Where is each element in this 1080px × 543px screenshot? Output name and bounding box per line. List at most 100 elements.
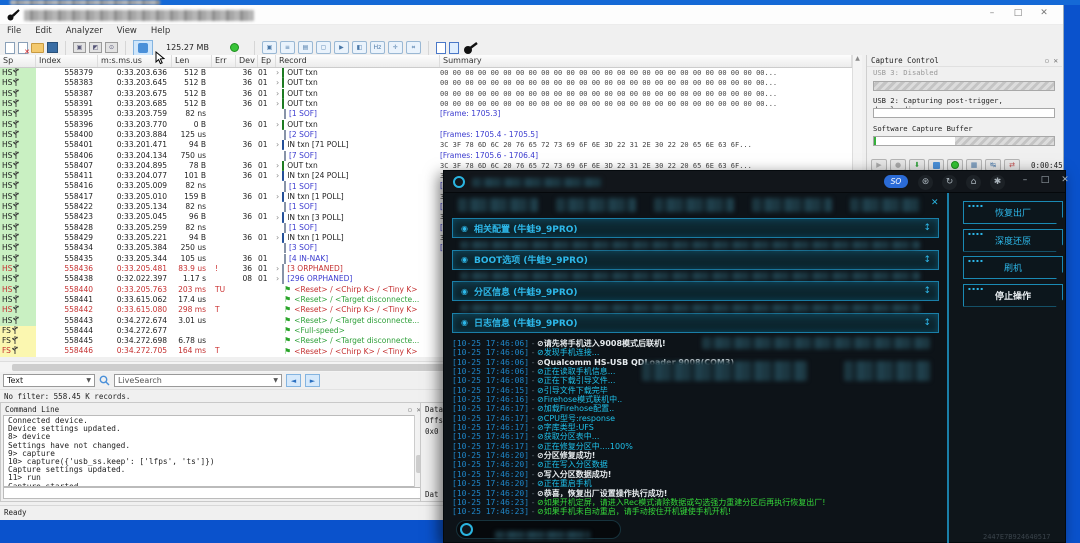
tab-redacted[interactable] bbox=[752, 198, 832, 212]
search-prev-button[interactable]: ◄ bbox=[286, 374, 301, 387]
expand-arrow-icon[interactable]: › bbox=[276, 99, 279, 109]
flasher-action-button[interactable]: 深度还原 bbox=[963, 229, 1063, 252]
panel-bus-icon[interactable]: Hz bbox=[369, 41, 385, 54]
expand-arrow-icon[interactable]: › bbox=[276, 78, 279, 88]
table-row[interactable]: HS 558406 0:33.204.134 750 us [7 SOF] [Frames… bbox=[0, 150, 852, 161]
record-cell: › OUT txn bbox=[276, 68, 318, 79]
close-button[interactable]: ✕ bbox=[1031, 8, 1057, 18]
gear-icon[interactable]: ✱ bbox=[990, 175, 1005, 190]
collapse-arrows-icon[interactable]: ↕ bbox=[923, 223, 931, 233]
expand-arrow-icon[interactable]: › bbox=[276, 274, 279, 284]
expand-arrow-icon[interactable]: › bbox=[276, 171, 279, 181]
table-row[interactable]: HS 558391 0:33.203.685 512 B 36 01 › OUT txn 00 … bbox=[0, 98, 852, 110]
expand-arrow-icon[interactable]: › bbox=[276, 89, 279, 99]
panel-commandline-icon[interactable]: ▶ bbox=[333, 41, 349, 54]
search-mode-select[interactable]: Text ▼ bbox=[3, 374, 95, 387]
pin-icon[interactable]: ▫ bbox=[1044, 56, 1049, 65]
table-row[interactable]: HS 558400 0:33.203.884 125 us [2 SOF] [Frames… bbox=[0, 129, 852, 141]
panel-terminal-icon[interactable]: ⌗ bbox=[405, 41, 421, 54]
section-header[interactable]: ◉ 日志信息 (牛蛙9_9PRO) ↕ bbox=[452, 312, 939, 333]
expand-arrow-icon[interactable]: › bbox=[276, 161, 279, 171]
table-row[interactable]: HS 558387 0:33.203.675 512 B 36 01 › OUT txn 00 … bbox=[0, 88, 852, 99]
column-header-index[interactable]: Index bbox=[36, 55, 98, 67]
menu-edit[interactable]: Edit bbox=[28, 26, 58, 36]
column-header-dev[interactable]: Dev bbox=[236, 55, 258, 67]
section-header[interactable]: ◉ BOOT选项 (牛蛙9_9PRO) ↕ bbox=[452, 249, 939, 270]
section-header[interactable]: ◉ 分区信息 (牛蛙9_9PRO) ↕ bbox=[452, 281, 939, 301]
open-file-icon[interactable] bbox=[31, 42, 44, 53]
minimize-button[interactable]: – bbox=[979, 8, 1005, 18]
expand-arrow-icon[interactable]: › bbox=[276, 213, 279, 223]
home-icon[interactable]: ⌂ bbox=[966, 175, 981, 190]
error-cell bbox=[212, 316, 236, 326]
column-header-ep[interactable]: Ep bbox=[258, 55, 276, 67]
column-header-sp[interactable]: Sp bbox=[0, 55, 36, 67]
flasher-close-button[interactable]: ✕ bbox=[1056, 175, 1074, 185]
livesearch-input[interactable]: LiveSearch ▼ bbox=[114, 374, 282, 387]
tab-redacted[interactable] bbox=[458, 198, 538, 212]
tab-redacted[interactable] bbox=[654, 198, 734, 212]
command-output[interactable]: Connected device. Device settings updated… bbox=[3, 415, 423, 487]
length-cell: 78 B bbox=[188, 160, 206, 170]
table-row[interactable]: HS 558379 0:33.203.636 512 B 36 01 › OUT txn 00 … bbox=[0, 68, 852, 79]
flasher-action-button[interactable]: 停止操作 bbox=[963, 284, 1063, 307]
log-line: [10-25 17:46:20] - ⊘写入分区数据成功! bbox=[452, 469, 612, 479]
settings-gear-icon[interactable]: ⊙ bbox=[105, 42, 118, 53]
table-row[interactable]: HS 558395 0:33.203.759 82 ns [1 SOF] [Frame: … bbox=[0, 109, 852, 120]
panel-transactions-icon[interactable]: ≡ bbox=[279, 41, 295, 54]
export-data-icon[interactable] bbox=[448, 41, 459, 54]
export-doc-icon[interactable] bbox=[435, 41, 446, 54]
panel-info-icon[interactable]: ◧ bbox=[351, 41, 367, 54]
refresh-icon[interactable]: ↻ bbox=[942, 175, 957, 190]
pin-icon[interactable]: ▫ bbox=[407, 405, 412, 414]
close-file-icon[interactable] bbox=[18, 41, 30, 56]
device-cell: 36 bbox=[242, 233, 252, 242]
menu-help[interactable]: Help bbox=[144, 26, 177, 36]
panel-details-icon[interactable]: ▢ bbox=[315, 41, 331, 54]
maximize-button[interactable]: □ bbox=[1005, 8, 1031, 18]
expand-arrow-icon[interactable]: › bbox=[276, 192, 279, 202]
new-file-icon[interactable] bbox=[5, 41, 15, 54]
command-input[interactable] bbox=[3, 487, 423, 499]
device-settings-icon[interactable]: ◩ bbox=[89, 42, 102, 53]
panel-filter-icon[interactable]: ✛ bbox=[387, 41, 403, 54]
table-row[interactable]: HS 558396 0:33.203.770 0 B 36 01 › OUT txn bbox=[0, 119, 852, 130]
menu-analyzer[interactable]: Analyzer bbox=[59, 26, 110, 36]
table-row[interactable]: HS 558401 0:33.201.471 94 B 36 01 › IN txn [71 … bbox=[0, 140, 852, 151]
save-file-icon[interactable] bbox=[47, 42, 58, 53]
collapse-arrows-icon[interactable]: ↕ bbox=[923, 255, 931, 265]
panel-navigator-icon[interactable]: ▣ bbox=[261, 41, 277, 54]
column-header-summary[interactable]: Summary bbox=[440, 55, 852, 67]
flasher-minimize-button[interactable]: – bbox=[1016, 175, 1034, 185]
flasher-maximize-button[interactable]: □ bbox=[1036, 175, 1054, 185]
expand-arrow-icon[interactable]: › bbox=[276, 68, 279, 78]
collapse-arrows-icon[interactable]: ↕ bbox=[923, 286, 931, 296]
device-icon[interactable]: ▣ bbox=[73, 42, 86, 53]
so-badge[interactable]: SO bbox=[884, 175, 908, 188]
collapse-arrows-icon[interactable]: ↕ bbox=[923, 318, 931, 328]
close-panel-icon[interactable]: ✕ bbox=[1053, 56, 1058, 65]
panel-packets-icon[interactable]: ▤ bbox=[297, 41, 313, 54]
menu-file[interactable]: File bbox=[0, 26, 28, 36]
search-next-button[interactable]: ► bbox=[305, 374, 320, 387]
flasher-action-button[interactable]: 刷机 bbox=[963, 256, 1063, 279]
column-header-err[interactable]: Err bbox=[212, 55, 236, 67]
table-row[interactable]: HS 558383 0:33.203.645 512 B 36 01 › OUT txn 00 … bbox=[0, 78, 852, 89]
menu-view[interactable]: View bbox=[110, 26, 144, 36]
analyzer-titlebar[interactable]: – □ ✕ bbox=[0, 5, 1063, 25]
flasher-search-input[interactable] bbox=[456, 520, 621, 539]
grid-close-icon[interactable]: ✕ bbox=[931, 198, 939, 208]
expand-arrow-icon[interactable]: › bbox=[276, 233, 279, 243]
column-header-record[interactable]: Record bbox=[276, 55, 440, 67]
column-header-len[interactable]: Len bbox=[172, 55, 212, 67]
flasher-action-button[interactable]: 恢复出厂 bbox=[963, 201, 1063, 224]
flasher-titlebar[interactable]: SO ⊛ ↻ ⌂ ✱ – □ ✕ bbox=[444, 171, 1069, 193]
tab-redacted[interactable] bbox=[850, 198, 920, 212]
expand-arrow-icon[interactable]: › bbox=[276, 120, 279, 130]
expand-arrow-icon[interactable]: › bbox=[276, 140, 279, 150]
section-header[interactable]: ◉ 相关配置 (牛蛙9_9PRO) ↕ bbox=[452, 218, 939, 238]
expand-arrow-icon[interactable]: › bbox=[276, 264, 279, 274]
stop-capture-button[interactable] bbox=[133, 39, 153, 56]
globe-icon[interactable]: ⊛ bbox=[918, 175, 933, 190]
tab-redacted[interactable] bbox=[556, 198, 636, 212]
